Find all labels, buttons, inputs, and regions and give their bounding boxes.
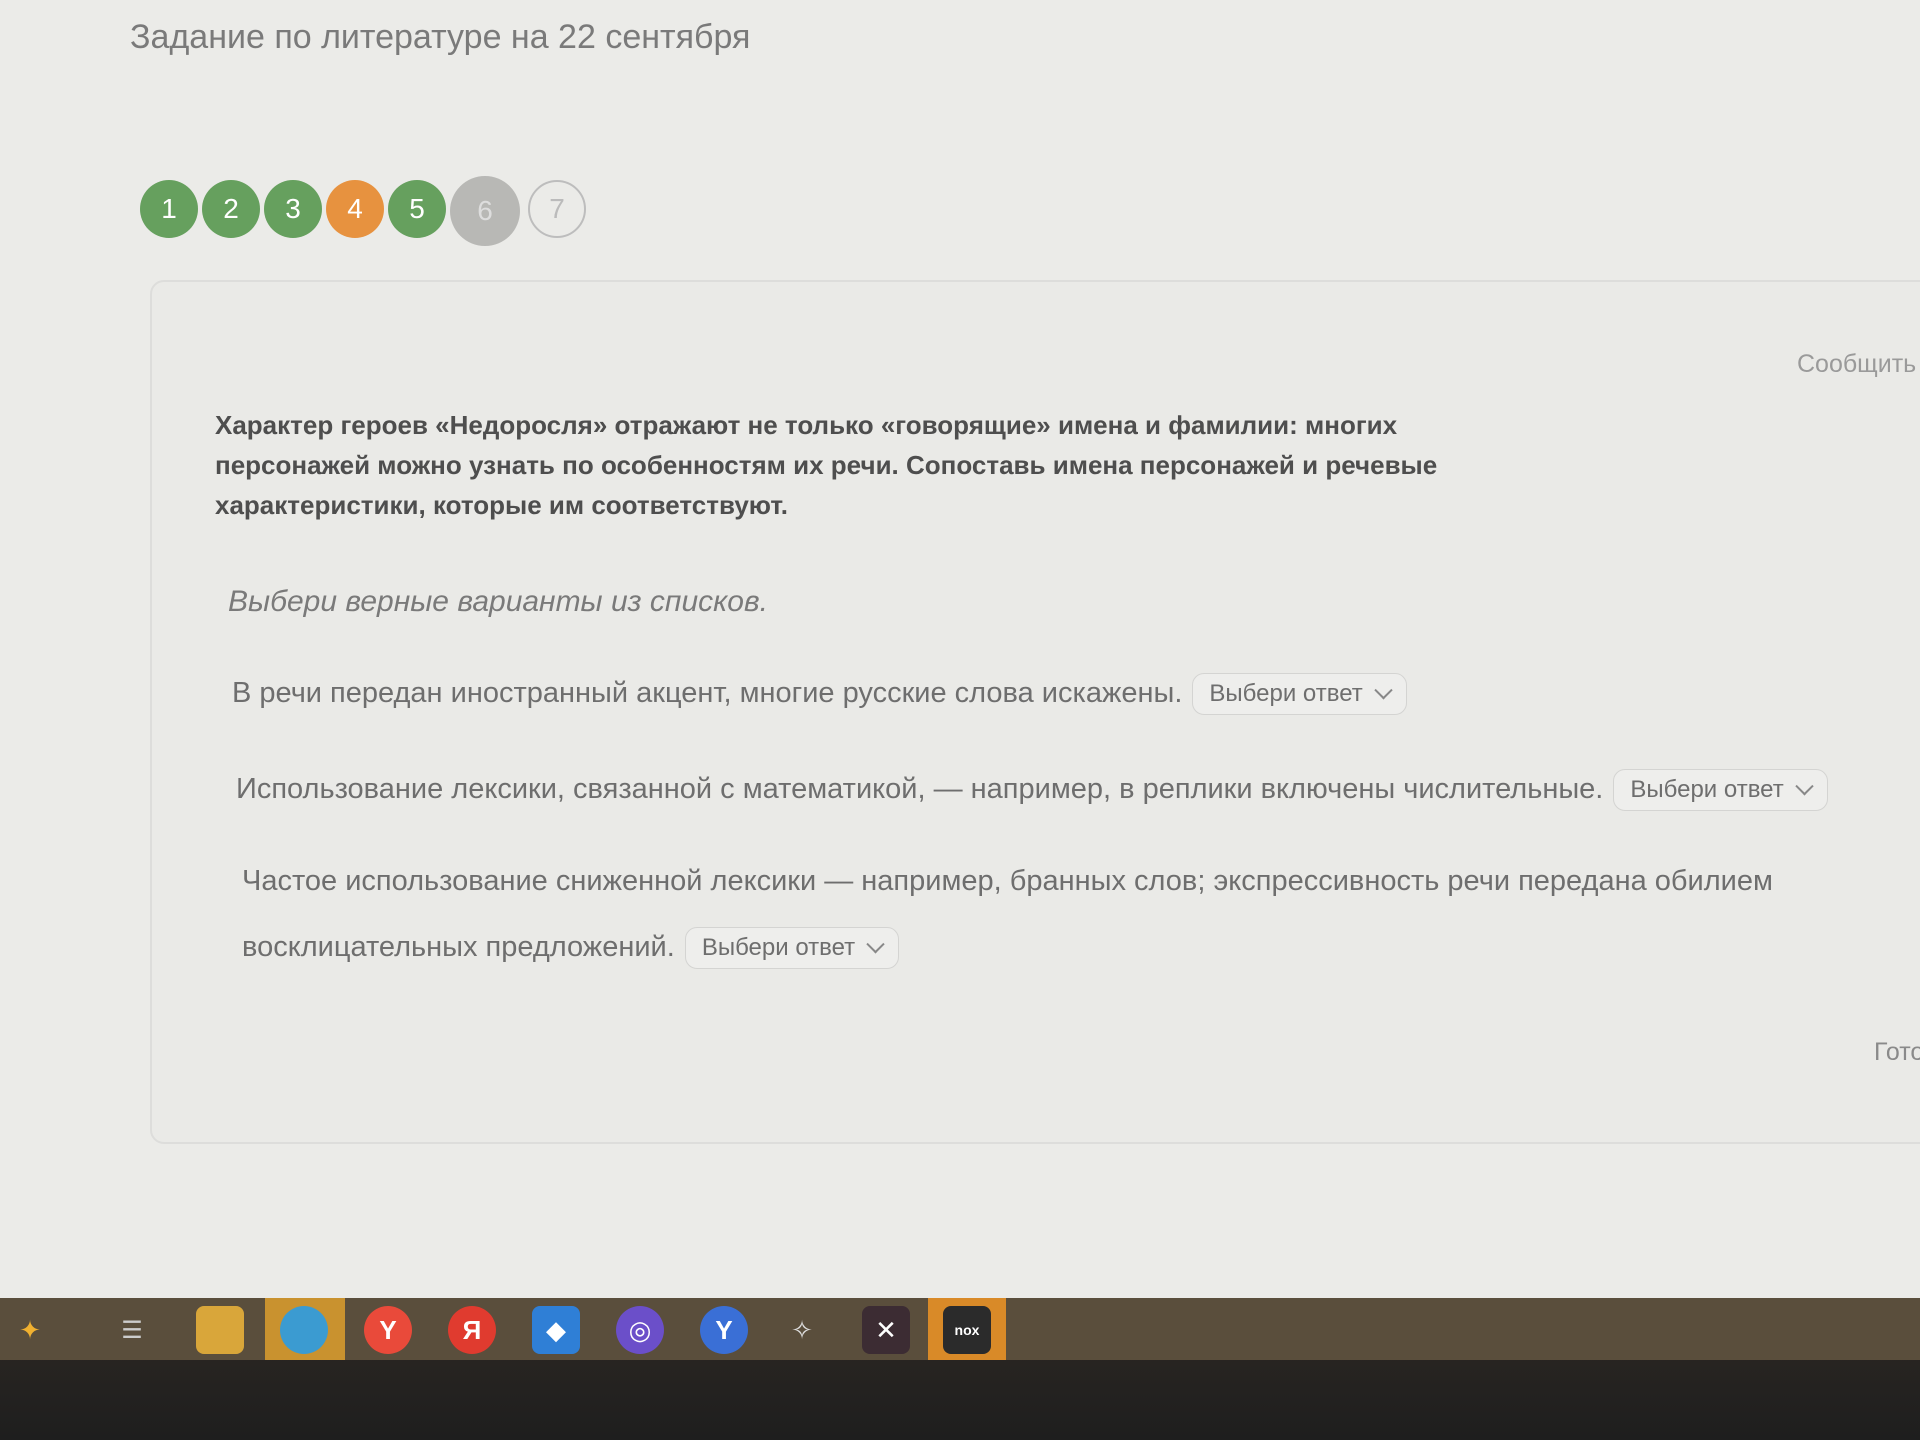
step-1[interactable]: 1: [140, 180, 198, 238]
statement-text: Использование лексики, связанной с матем…: [236, 773, 1604, 805]
app-icon[interactable]: ✧: [778, 1306, 826, 1354]
taskbar: ✦ ☰ Y Я ◆ ◎ Y ✧ ✕ nox: [0, 1298, 1920, 1440]
answer-select-3[interactable]: Выбери ответ: [684, 927, 900, 970]
step-4[interactable]: 4: [326, 180, 384, 238]
step-5[interactable]: 5: [388, 180, 446, 238]
statement-1: В речи передан иностранный акцент, многи…: [232, 660, 1882, 726]
select-value: Выбери ответ: [1630, 776, 1784, 804]
instruction-text: Выбери верные варианты из списков.: [228, 585, 768, 618]
task-view-icon[interactable]: ☰: [108, 1306, 156, 1354]
question-text: Характер героев «Недоросля» отражают не …: [215, 410, 1438, 520]
yandex-y-icon[interactable]: Y: [700, 1306, 748, 1354]
step-7[interactable]: 7: [528, 180, 586, 238]
start-icon[interactable]: ✦: [6, 1306, 54, 1354]
answer-select-2[interactable]: Выбери ответ: [1613, 769, 1828, 812]
answer-select-1[interactable]: Выбери ответ: [1192, 673, 1407, 716]
game-icon[interactable]: ◎: [616, 1306, 664, 1354]
step-6[interactable]: 6: [450, 176, 520, 246]
select-value: Выбери ответ: [701, 934, 856, 962]
page-title: Задание по литературе на 22 сентября: [130, 18, 751, 56]
select-value: Выбери ответ: [1209, 680, 1363, 708]
chevron-down-icon: [866, 934, 885, 954]
chevron-down-icon: [1795, 776, 1814, 796]
statement-text: В речи передан иностранный акцент, многи…: [232, 677, 1183, 709]
step-3[interactable]: 3: [264, 180, 322, 238]
yandex-browser-icon[interactable]: Y: [364, 1306, 412, 1354]
yandex-icon[interactable]: Я: [448, 1306, 496, 1354]
app-dark-icon[interactable]: ✕: [862, 1306, 910, 1354]
statement-2: Использование лексики, связанной с матем…: [236, 756, 1916, 822]
step-2[interactable]: 2: [202, 180, 260, 238]
report-link[interactable]: Сообщить: [1797, 350, 1916, 379]
nox-icon[interactable]: nox: [943, 1306, 991, 1354]
chevron-down-icon: [1374, 680, 1393, 700]
statement-3: Частое использование сниженной лексики —…: [242, 848, 1802, 980]
edge-icon[interactable]: [280, 1306, 328, 1354]
done-button[interactable]: Гото: [1874, 1038, 1920, 1067]
file-explorer-icon[interactable]: [196, 1306, 244, 1354]
statement-text: Частое использование сниженной лексики —…: [242, 865, 1773, 963]
store-icon[interactable]: ◆: [532, 1306, 580, 1354]
